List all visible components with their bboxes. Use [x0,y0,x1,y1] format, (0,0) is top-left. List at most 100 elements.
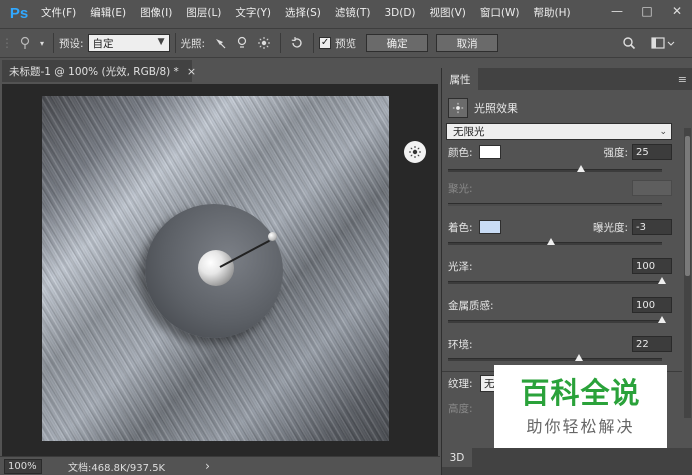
minimize-button[interactable]: — [602,0,632,22]
menu-type[interactable]: 文字(Y) [228,0,278,26]
metallic-slider[interactable] [448,316,666,323]
intensity-slider-thumb[interactable] [576,165,585,172]
tab-3d[interactable]: 3D [442,448,472,467]
panel-header: 光照效果 [448,97,678,119]
menu-filter[interactable]: 滤镜(T) [328,0,378,26]
preset-value: 自定 [92,37,114,50]
light-type-select[interactable]: 无限光 ⌄ [446,123,672,140]
texture-value: 无 [484,378,495,390]
status-bar: 100% 文档:468.8K/937.5K › [0,456,440,475]
hotspot-label: 聚光: [448,182,473,195]
spot-light-icon[interactable] [209,33,231,53]
ambience-row: 环境: 22 [448,334,672,354]
tab-properties[interactable]: 属性 [442,68,478,90]
gloss-slider[interactable] [448,277,666,284]
options-bar: ⋮ ▾ 预设: 自定 ▼ 光照: ✓ 预览 确定 取消 [0,28,692,58]
light-type-value: 无限光 [453,126,485,138]
lighting-tool-icon[interactable] [14,33,36,53]
menu-edit[interactable]: 编辑(E) [83,0,133,26]
metallic-label: 金属质感: [448,299,494,312]
colorize-color-swatch[interactable] [478,220,501,234]
light-direction-handle[interactable] [268,232,277,241]
ambience-slider[interactable] [448,354,662,361]
ambience-label: 环境: [448,338,473,351]
hotspot-slider [448,203,662,206]
panel-tab-bar: 属性 ≡ [442,68,692,90]
panel-menu-icon[interactable]: ≡ [678,73,687,86]
preset-label: 预设: [59,37,84,50]
exposure-slider[interactable] [448,238,662,245]
exposure-label: 曝光度: [592,221,628,234]
preview-checkbox[interactable]: ✓ [319,37,332,49]
menu-3d[interactable]: 3D(D) [377,0,422,26]
exposure-slider-thumb[interactable] [546,238,555,245]
menu-help[interactable]: 帮助(H) [527,0,578,26]
color-row: 颜色: 强度: 25 [448,142,672,162]
menu-image[interactable]: 图像(I) [133,0,179,26]
chevron-down-icon: ⌄ [659,126,667,137]
reset-rotate-icon[interactable] [286,33,308,53]
hotspot-row: 聚光: [448,178,672,198]
menu-bar: Ps 文件(F) 编辑(E) 图像(I) 图层(L) 文字(Y) 选择(S) 滤… [0,0,692,26]
gloss-slider-thumb[interactable] [658,277,666,284]
canvas-workspace[interactable] [2,84,438,456]
document-canvas[interactable] [42,96,389,441]
cancel-button[interactable]: 取消 [436,34,499,52]
watermark-logo: 百科全说 助你轻松解决 [494,365,667,448]
gloss-input[interactable]: 100 [632,258,672,274]
light-color-swatch[interactable] [478,145,501,159]
tool-preset-caret-icon[interactable]: ▾ [36,33,48,53]
preview-label: 预览 [335,37,357,50]
search-icon[interactable] [618,33,640,53]
lighting-effects-icon [448,98,468,118]
document-tab[interactable]: 未标题-1 @ 100% (光效, RGB/8) * × [2,60,196,82]
chevron-right-icon[interactable]: › [205,459,210,473]
colorize-row: 着色: 曝光度: -3 [448,217,672,237]
menu-select[interactable]: 选择(S) [278,0,328,26]
watermark-sub-text: 助你轻松解决 [526,417,635,436]
intensity-label: 强度: [603,146,628,159]
watermark-main-text: 百科全说 [520,376,641,410]
intensity-slider[interactable] [448,165,662,172]
restore-button[interactable]: □ [632,0,662,22]
menu-file[interactable]: 文件(F) [34,0,83,26]
separator [313,33,315,53]
gloss-row: 光泽: 100 [448,256,672,276]
metallic-slider-thumb[interactable] [658,316,666,323]
infinite-light-icon[interactable] [253,33,275,53]
hotspot-input [632,180,672,196]
chevron-down-icon: ▼ [157,37,165,47]
ok-button[interactable]: 确定 [366,34,429,52]
metallic-input[interactable]: 100 [632,297,672,313]
intensity-input[interactable]: 25 [632,144,672,160]
ambience-slider-thumb[interactable] [574,354,583,361]
menu-window[interactable]: 窗口(W) [473,0,527,26]
colorize-label: 着色: [448,221,473,234]
metallic-row: 金属质感: 100 [448,295,672,315]
close-button[interactable]: ✕ [662,0,692,22]
bottom-panel-tab-bar: 3D [441,448,692,475]
panel-scrollbar[interactable] [684,128,691,418]
separator [53,33,54,53]
zoom-field[interactable]: 100% [4,458,42,474]
photoshop-logo: Ps [9,4,29,22]
preset-select[interactable]: 自定 ▼ [87,34,170,52]
scrollbar-thumb[interactable] [685,136,690,276]
grip-icon: ⋮ [1,36,13,50]
exposure-input[interactable]: -3 [632,219,672,235]
ambience-input[interactable]: 22 [632,336,672,352]
height-label: 高度: [448,402,473,415]
light-position-handle[interactable] [198,250,234,286]
workspace-switcher-icon[interactable] [648,33,678,53]
lights-label: 光照: [180,37,206,50]
panel-title: 光照效果 [474,102,518,115]
point-light-icon[interactable] [231,33,253,53]
separator [174,33,176,53]
window-controls: — □ ✕ [602,0,692,22]
close-icon[interactable]: × [187,65,196,78]
color-label: 颜色: [448,146,473,159]
menu-layer[interactable]: 图层(L) [179,0,228,26]
infinite-light-widget-icon[interactable] [404,141,426,163]
document-size-info: 文档:468.8K/937.5K [68,462,166,474]
menu-view[interactable]: 视图(V) [423,0,473,26]
